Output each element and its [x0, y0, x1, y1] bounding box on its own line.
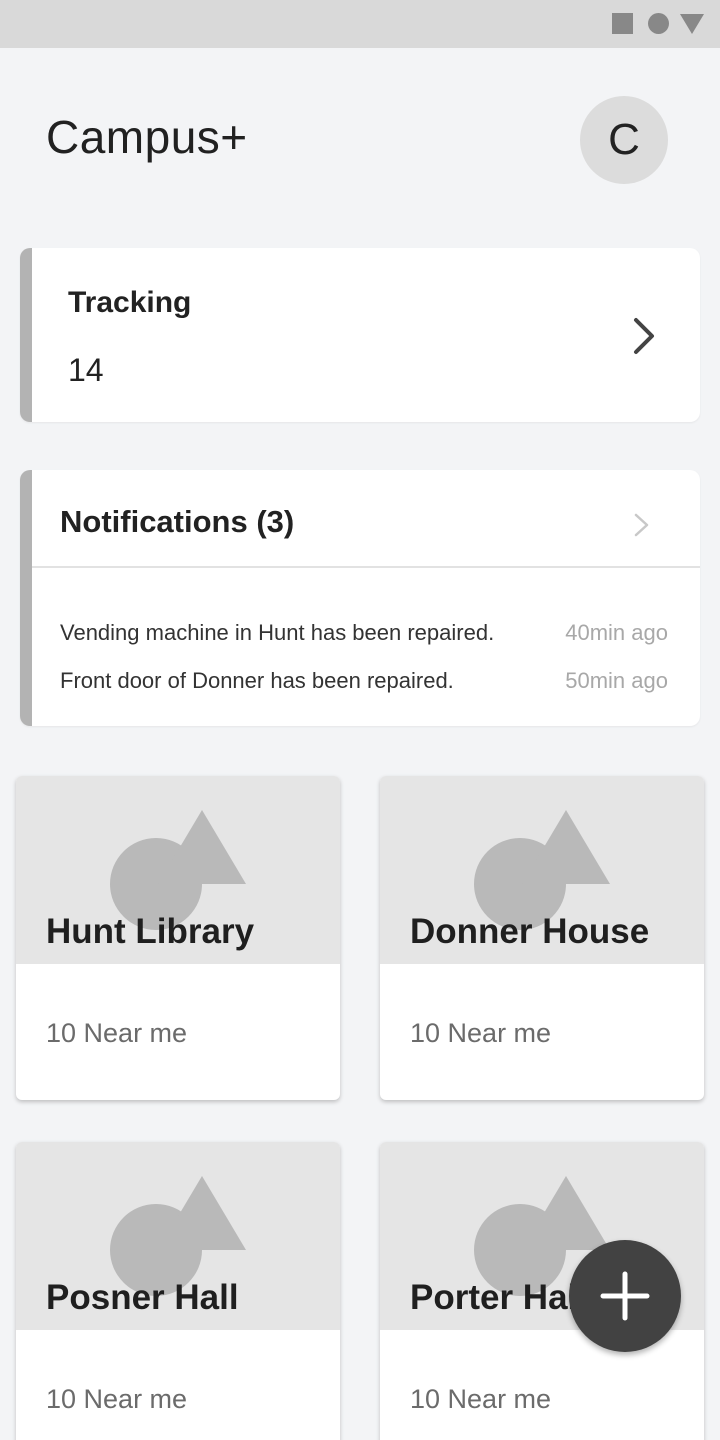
app-title: Campus+ [46, 111, 248, 163]
add-button[interactable] [569, 1240, 681, 1352]
chevron-right-icon[interactable] [630, 510, 654, 540]
circle-icon [648, 13, 669, 34]
place-card-donner-house[interactable]: Donner House 10 Near me [380, 776, 704, 1100]
place-subtitle: 10 Near me [410, 1384, 552, 1414]
notification-item[interactable]: Vending machine in Hunt has been repaire… [60, 620, 668, 650]
place-subtitle: 10 Near me [410, 1018, 552, 1048]
notification-message: Vending machine in Hunt has been repaire… [60, 620, 495, 645]
tracking-card[interactable]: Tracking 14 [20, 248, 700, 422]
place-name: Porter Hall [410, 1278, 587, 1317]
avatar[interactable]: C [580, 96, 668, 184]
place-name: Hunt Library [46, 912, 255, 951]
notification-item[interactable]: Front door of Donner has been repaired. … [60, 668, 668, 698]
divider [32, 566, 700, 568]
accent-bar [20, 248, 32, 422]
place-card-posner-hall[interactable]: Posner Hall 10 Near me [16, 1142, 340, 1440]
notification-time: 40min ago [565, 620, 668, 645]
avatar-initial: C [608, 115, 640, 164]
triangle-icon [680, 14, 704, 34]
plus-icon [600, 1271, 650, 1321]
square-icon [612, 13, 633, 34]
chevron-right-icon[interactable] [624, 316, 664, 356]
place-name: Donner House [410, 912, 650, 951]
notification-message: Front door of Donner has been repaired. [60, 668, 454, 693]
notification-time: 50min ago [565, 668, 668, 693]
notifications-card[interactable]: Notifications (3) Vending machine in Hun… [20, 470, 700, 726]
accent-bar [20, 470, 32, 726]
place-subtitle: 10 Near me [46, 1018, 188, 1048]
place-name: Posner Hall [46, 1278, 239, 1317]
tracking-count: 14 [68, 352, 104, 388]
notifications-title: Notifications (3) [60, 504, 295, 539]
tracking-label: Tracking [68, 286, 192, 319]
place-subtitle: 10 Near me [46, 1384, 188, 1414]
status-bar [0, 0, 720, 48]
place-card-hunt-library[interactable]: Hunt Library 10 Near me [16, 776, 340, 1100]
